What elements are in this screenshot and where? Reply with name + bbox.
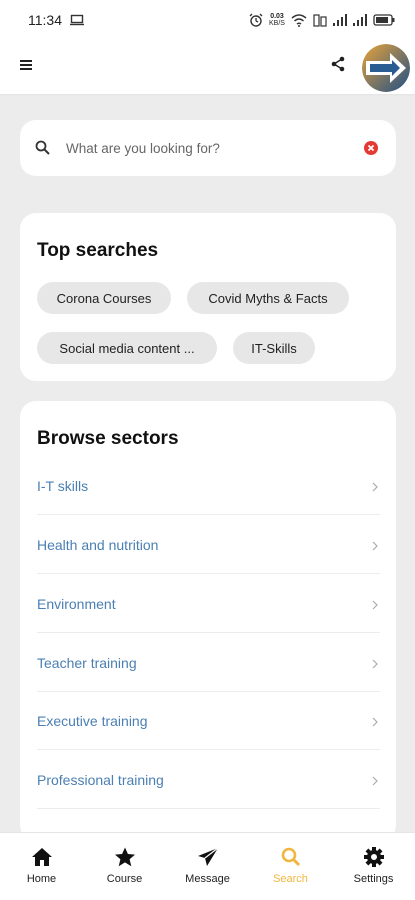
nav-label: Search [273,873,308,885]
home-icon [31,848,52,866]
sector-label: Executive training [37,712,148,729]
sector-label: Health and nutrition [37,536,159,553]
top-searches-title: Top searches [37,240,159,261]
nav-label: Settings [353,873,394,885]
sector-label: Professional training [37,771,164,788]
profile-avatar[interactable] [362,44,410,92]
browse-sectors-title: Browse sectors [37,428,179,449]
search-icon [35,140,50,155]
battery-icon [373,14,395,26]
search-bar [20,120,396,176]
browse-sectors-card: Browse sectors I-T skills Health and nut… [20,401,396,841]
net-speed-indicator: 0.03 KB/S [269,13,285,27]
send-icon [197,847,218,866]
hamburger-menu-icon[interactable] [18,57,34,73]
search-input[interactable] [66,134,346,162]
close-icon [367,144,375,152]
alarm-icon [249,13,263,27]
sector-it-skills[interactable]: I-T skills [37,457,380,515]
arrow-logo-icon [362,44,410,92]
status-time: 11:34 [28,12,62,28]
signal-icon-1 [333,13,347,26]
nav-label: Course [106,873,143,885]
top-searches-card: Top searches Corona Courses Covid Myths … [20,213,396,381]
sector-professional-training[interactable]: Professional training [37,751,380,809]
nav-label: Home [26,873,57,885]
sector-health-and-nutrition[interactable]: Health and nutrition [37,516,380,574]
nav-message[interactable]: Message [166,833,249,900]
search-icon [281,847,300,867]
net-speed-value: 0.03 [270,13,284,20]
volte-icon [313,13,327,27]
screen-cast-icon [70,14,84,26]
sector-teacher-training[interactable]: Teacher training [37,634,380,692]
chip-it-skills[interactable]: IT-Skills [233,332,315,364]
nav-label: Message [185,873,230,885]
sector-label: Environment [37,595,116,612]
chip-social-media-content[interactable]: Social media content ... [37,332,217,364]
bottom-navigation: Home Course Message Search Settings [0,832,415,900]
gear-icon [363,847,384,867]
clear-search-button[interactable] [364,141,378,155]
wifi-icon [291,13,307,27]
sector-label: Teacher training [37,654,137,671]
chip-covid-myths-facts[interactable]: Covid Myths & Facts [187,282,349,314]
star-icon [114,847,135,867]
chevron-right-icon [372,600,378,610]
chevron-right-icon [372,776,378,786]
nav-home[interactable]: Home [0,833,83,900]
chip-corona-courses[interactable]: Corona Courses [37,282,171,314]
status-bar: 11:34 0.03 KB/S [0,0,415,40]
sector-label: I-T skills [37,477,89,494]
chevron-right-icon [372,717,378,727]
nav-search[interactable]: Search [249,833,332,900]
chevron-right-icon [372,659,378,669]
nav-settings[interactable]: Settings [332,833,415,900]
chevron-right-icon [372,482,378,492]
signal-icon-2 [353,13,367,26]
sector-executive-training[interactable]: Executive training [37,692,380,750]
net-speed-unit: KB/S [269,20,285,27]
app-bar [0,40,415,94]
chevron-right-icon [372,541,378,551]
sector-environment[interactable]: Environment [37,575,380,633]
nav-course[interactable]: Course [83,833,166,900]
share-icon[interactable] [330,56,346,72]
